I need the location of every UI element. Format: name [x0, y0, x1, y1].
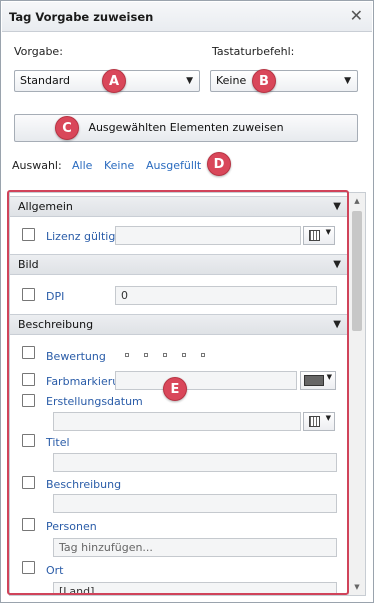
scrollbar-thumb[interactable]	[352, 211, 362, 331]
badge-d: D	[207, 152, 231, 176]
tag-preset-dialog: Tag Vorgabe zuweisen ✕ Vorgabe: Standard…	[0, 0, 374, 603]
calendar-glyph	[309, 416, 320, 427]
ort-field[interactable]: [Land]	[53, 582, 337, 595]
calendar-glyph	[309, 230, 320, 241]
tag-fields-list[interactable]: Allgemein ▼ Lizenz gültig ▼ Bild ▼ DPI 0…	[9, 192, 366, 596]
select-all-link[interactable]: Alle	[72, 159, 92, 172]
color-swatch-button[interactable]: ▼	[300, 371, 336, 390]
chevron-down-icon: ▼	[325, 414, 331, 422]
badge-c: C	[55, 116, 79, 140]
dpi-checkbox[interactable]	[22, 288, 35, 301]
badge-a: A	[102, 69, 126, 93]
erstellungsdatum-checkbox[interactable]	[22, 394, 35, 407]
vorgabe-value: Standard	[20, 74, 71, 87]
bewertung-checkbox[interactable]	[22, 346, 35, 359]
close-icon[interactable]: ✕	[350, 7, 363, 25]
rating-star-5[interactable]	[201, 353, 205, 357]
title-bar: Tag Vorgabe zuweisen ✕	[2, 2, 372, 32]
auswahl-label: Auswahl:	[12, 159, 62, 172]
dialog-title: Tag Vorgabe zuweisen	[9, 10, 154, 24]
chevron-down-icon: ▼	[333, 259, 341, 270]
lizenz-label: Lizenz gültig	[46, 230, 116, 243]
farbmarkierung-field	[115, 371, 297, 390]
rating-star-1[interactable]	[125, 353, 129, 357]
section-beschreibung-label: Beschreibung	[18, 318, 94, 331]
rating-star-2[interactable]	[144, 353, 148, 357]
titel-field[interactable]	[53, 453, 337, 472]
personen-checkbox[interactable]	[22, 518, 35, 531]
rating-star-3[interactable]	[163, 353, 167, 357]
select-none-link[interactable]: Keine	[104, 159, 134, 172]
calendar-icon[interactable]: ▼	[303, 412, 335, 431]
select-filled-link[interactable]: Ausgefüllt	[146, 159, 201, 172]
chevron-down-icon: ▼	[333, 201, 341, 212]
beschreibung-field[interactable]	[53, 494, 337, 513]
tastatur-select[interactable]: Keine ▼	[210, 70, 358, 92]
farbmarkierung-label: Farbmarkieru	[46, 375, 120, 388]
rating-star-4[interactable]	[182, 353, 186, 357]
section-allgemein[interactable]: Allgemein ▼	[10, 196, 349, 217]
erstellungsdatum-field[interactable]	[53, 412, 301, 431]
erstellungsdatum-label: Erstellungsdatum	[46, 395, 143, 408]
scroll-up-icon[interactable]: ▲	[349, 193, 365, 209]
titel-checkbox[interactable]	[22, 434, 35, 447]
bewertung-label: Bewertung	[46, 350, 106, 363]
titel-label: Titel	[46, 436, 70, 449]
chevron-down-icon: ▼	[186, 76, 193, 86]
badge-e: E	[163, 377, 187, 401]
farbmarkierung-checkbox[interactable]	[22, 373, 35, 386]
chevron-down-icon: ▼	[333, 319, 341, 330]
ort-label: Ort	[46, 564, 64, 577]
section-bild-label: Bild	[18, 258, 39, 271]
tastatur-value: Keine	[216, 74, 247, 87]
beschreibung-field-label: Beschreibung	[46, 478, 122, 491]
ort-checkbox[interactable]	[22, 561, 35, 574]
lizenz-date-field[interactable]	[115, 226, 301, 245]
calendar-icon[interactable]: ▼	[303, 226, 335, 245]
dpi-field[interactable]: 0	[115, 286, 337, 305]
section-bild[interactable]: Bild ▼	[10, 254, 349, 275]
chevron-down-icon: ▼	[325, 228, 331, 236]
dpi-label: DPI	[46, 290, 65, 303]
personen-tag-input[interactable]: Tag hinzufügen...	[53, 538, 337, 557]
color-swatch-icon	[304, 375, 324, 386]
beschreibung-checkbox[interactable]	[22, 476, 35, 489]
personen-label: Personen	[46, 520, 97, 533]
section-allgemein-label: Allgemein	[18, 200, 73, 213]
chevron-down-icon: ▼	[326, 373, 332, 381]
tastatur-label: Tastaturbefehl:	[212, 45, 295, 58]
lizenz-checkbox[interactable]	[22, 228, 35, 241]
badge-b: B	[252, 69, 276, 93]
section-beschreibung[interactable]: Beschreibung ▼	[10, 314, 349, 335]
vorgabe-label: Vorgabe:	[14, 45, 63, 58]
assign-button-label: Ausgewählten Elementen zuweisen	[88, 121, 284, 134]
chevron-down-icon: ▼	[344, 76, 351, 86]
scroll-down-icon[interactable]: ▼	[349, 579, 365, 595]
vertical-scrollbar[interactable]: ▲ ▼	[348, 193, 365, 595]
